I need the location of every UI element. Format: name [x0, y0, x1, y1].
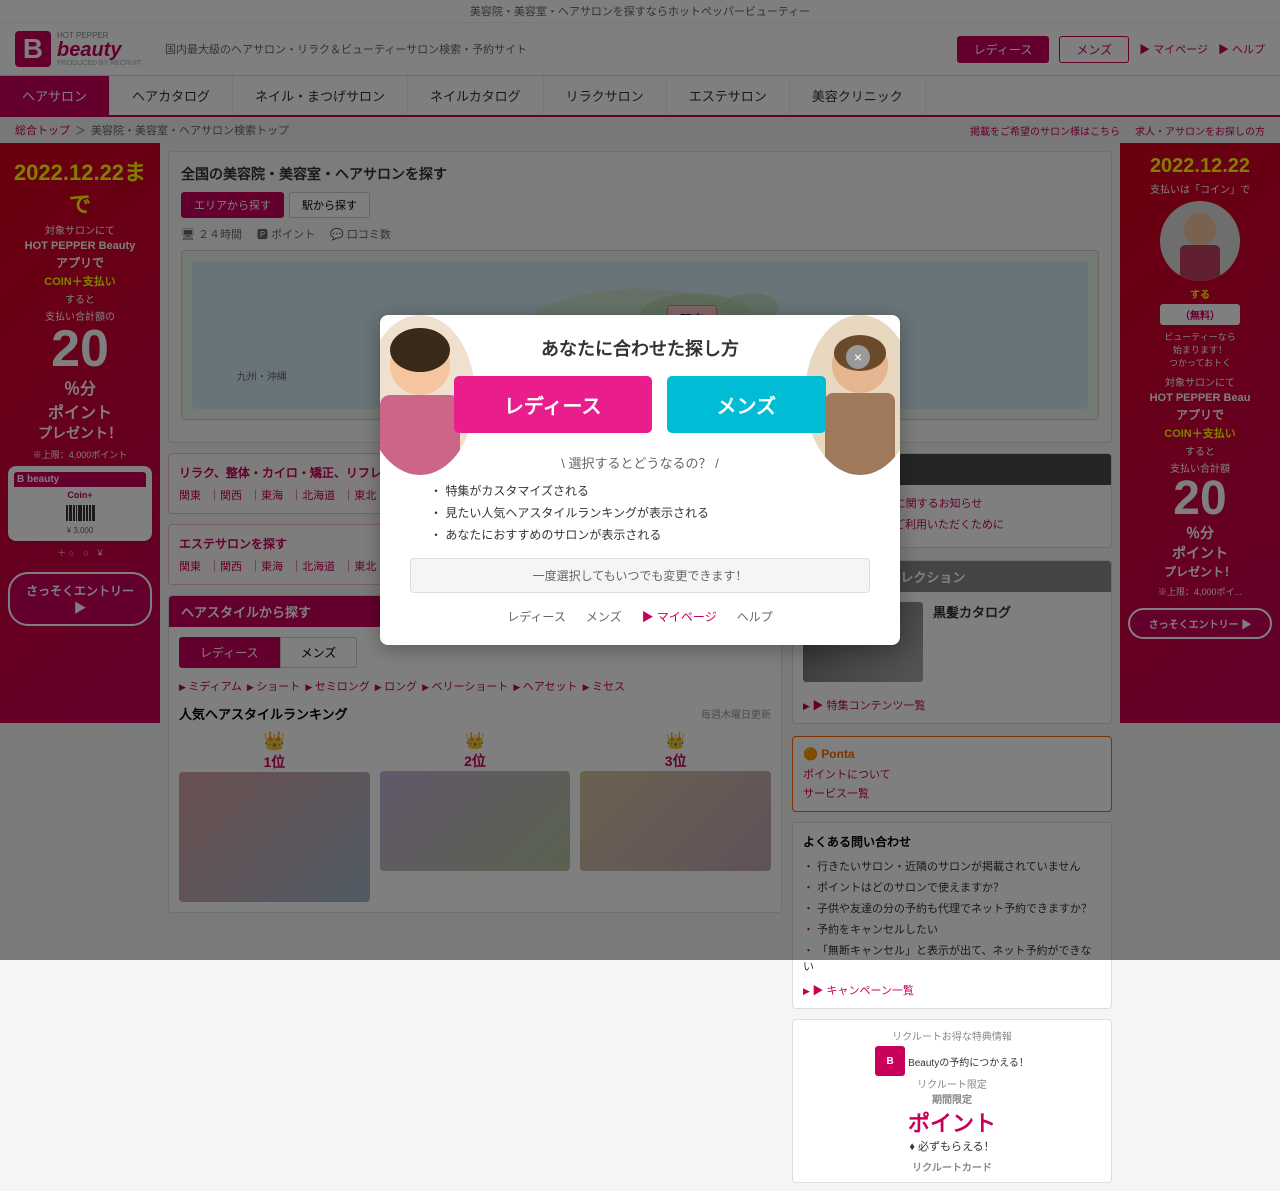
- modal-content: × あなたに合わせた探し方 レディース メンズ \ 選択するとどうなるの？ / …: [400, 335, 880, 625]
- modal-change-note: 一度選択してもいつでも変更できます！: [410, 558, 870, 593]
- modal-overlay[interactable]: × あなたに合わせた探し方 レディース メンズ \ 選択するとどうなるの？ / …: [0, 0, 1280, 960]
- modal-mens-link[interactable]: メンズ: [586, 608, 622, 625]
- modal-help-link[interactable]: ヘルプ: [737, 608, 773, 625]
- recruit-sub: リクルート限定: [801, 1076, 1103, 1091]
- beauty-logo-mini: B: [875, 1046, 905, 1076]
- recruit-ad-title: リクルートお得な特典情報: [801, 1028, 1103, 1043]
- recruit-must: ♦ 必ずもらえる！: [801, 1138, 1103, 1154]
- modal: × あなたに合わせた探し方 レディース メンズ \ 選択するとどうなるの？ / …: [380, 315, 900, 645]
- modal-ladies-btn[interactable]: レディース: [454, 376, 652, 433]
- modal-explain-2: 見たい人気ヘアスタイルランキングが表示される: [430, 504, 850, 521]
- modal-bottom-links: レディース メンズ ▶ マイページ ヘルプ: [410, 608, 870, 625]
- recruit-card[interactable]: リクルートカード: [801, 1159, 1103, 1174]
- recruit-limited: 期間限定: [801, 1091, 1103, 1106]
- recruit-ad: リクルートお得な特典情報 B Beautyの予約につかえる！ リクルート限定 期…: [792, 1019, 1112, 1183]
- modal-explain-title: \ 選択するとどうなるの？ /: [410, 453, 870, 472]
- recruit-ad-content: B Beautyの予約につかえる！: [801, 1046, 1103, 1076]
- modal-ladies-link[interactable]: レディース: [507, 608, 566, 625]
- modal-mypage-link[interactable]: ▶ マイページ: [642, 608, 717, 625]
- modal-title: あなたに合わせた探し方: [410, 335, 870, 361]
- modal-explain-1: 特集がカスタマイズされる: [430, 482, 850, 499]
- modal-explain-list: 特集がカスタマイズされる 見たい人気ヘアスタイルランキングが表示される あなたに…: [410, 482, 870, 543]
- modal-mens-btn[interactable]: メンズ: [667, 376, 827, 433]
- recruit-point: ポイント: [801, 1106, 1103, 1138]
- modal-explain-3: あなたにおすすめのサロンが表示される: [430, 526, 850, 543]
- modal-close-btn[interactable]: ×: [846, 345, 870, 369]
- modal-gender-buttons: レディース メンズ: [410, 376, 870, 433]
- campaign-link[interactable]: ▶ キャンペーン一覧: [803, 982, 1101, 998]
- recruit-beauty-label: Beautyの予約につかえる！: [908, 1054, 1029, 1069]
